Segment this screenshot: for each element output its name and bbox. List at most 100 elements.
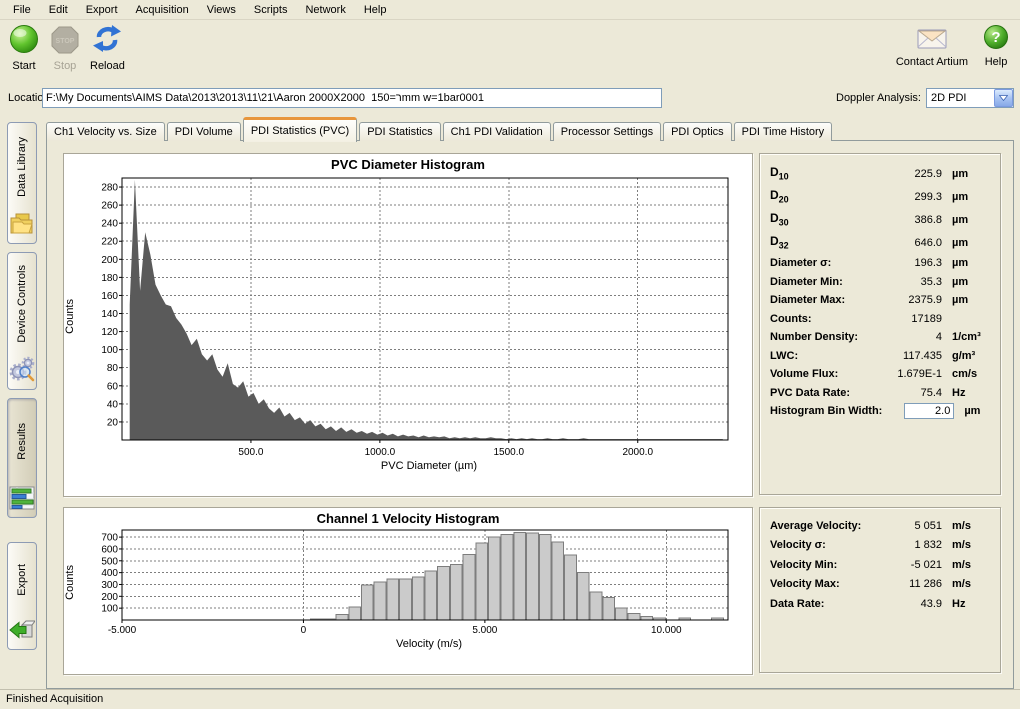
stat-label: Velocity Max:	[770, 578, 870, 590]
stat-label: Volume Flux:	[770, 368, 870, 380]
stat-row-velocity-max: Velocity Max:11 286m/s	[770, 575, 996, 595]
stat-value: 196.3	[870, 257, 942, 269]
stat-unit: µm	[954, 405, 1008, 417]
folder-icon	[9, 212, 35, 239]
x-tick-label: 500.0	[238, 447, 263, 458]
histogram-bar	[514, 532, 526, 620]
stat-unit: µm	[942, 237, 996, 249]
stat-row-velocity-min: Velocity Min:-5 021m/s	[770, 555, 996, 575]
stat-value: 5 051	[870, 520, 942, 532]
stat-label: Velocity σ:	[770, 539, 870, 551]
x-tick-label: 0	[301, 625, 307, 636]
toolbar-left: Start STOP Stop Reload	[8, 23, 125, 72]
stat-unit: µm	[942, 214, 996, 226]
stat-row-diameter: Diameter σ:196.3µm	[770, 254, 996, 273]
x-tick-label: 10.000	[651, 625, 682, 636]
toolbar-right: Contact Artium ? Help	[896, 23, 1010, 68]
histogram-bar	[501, 535, 513, 620]
doppler-analysis-select[interactable]: 2D PDI	[926, 88, 1014, 108]
velocity-chart-title: Channel 1 Velocity Histogram	[64, 508, 752, 526]
sidebar-item-label: Results	[16, 417, 28, 466]
stop-button[interactable]: STOP Stop	[50, 25, 80, 72]
y-tick-label: 200	[101, 592, 118, 603]
sidebar-item-label: Device Controls	[16, 259, 28, 349]
y-tick-label: 60	[107, 381, 119, 392]
tab-processor-settings[interactable]: Processor Settings	[553, 122, 661, 141]
y-tick-label: 300	[101, 580, 118, 591]
menu-acquisition[interactable]: Acquisition	[127, 2, 198, 18]
tab-pdi-statistics[interactable]: PDI Statistics	[359, 122, 440, 141]
stat-value: 35.3	[870, 276, 942, 288]
stat-value: 75.4	[870, 387, 942, 399]
pvc-statistics-panel: D10225.9µmD20299.3µmD30386.8µmD32646.0µm…	[759, 153, 1001, 495]
stat-value	[882, 403, 954, 419]
menu-network[interactable]: Network	[296, 2, 354, 18]
location-input[interactable]	[42, 88, 662, 108]
envelope-icon	[915, 25, 949, 54]
histogram-bar	[641, 616, 653, 620]
pvc-chart-xlabel: PVC Diameter (µm)	[64, 460, 752, 472]
histogram-bar	[628, 613, 640, 620]
histogram-bar	[463, 554, 475, 620]
velocity-chart-ylabel: Counts	[64, 565, 80, 600]
help-button[interactable]: ? Help	[982, 23, 1010, 68]
histogram-bar	[450, 564, 462, 620]
tab-pdi-time-history[interactable]: PDI Time History	[734, 122, 833, 141]
velocity-statistics-panel: Average Velocity:5 051m/sVelocity σ:1 83…	[759, 507, 1001, 673]
menu-scripts[interactable]: Scripts	[245, 2, 297, 18]
histogram-bin-width-input[interactable]	[904, 403, 954, 419]
stat-unit: Hz	[942, 387, 996, 399]
sidebar-item-data-library[interactable]: Data Library	[7, 122, 37, 244]
velocity-chart: Channel 1 Velocity Histogram Counts 1002…	[63, 507, 753, 675]
histogram-bar	[616, 608, 628, 620]
stat-row-volume-flux: Volume Flux:1.679E-1cm/s	[770, 365, 996, 384]
stat-value: 225.9	[870, 168, 942, 180]
x-tick-label: 2000.0	[622, 447, 653, 458]
stat-unit: µm	[942, 191, 996, 203]
stat-row-data-rate: Data Rate:43.9Hz	[770, 594, 996, 614]
menu-export[interactable]: Export	[77, 2, 127, 18]
contact-artium-button[interactable]: Contact Artium	[896, 25, 968, 68]
tab-pdi-optics[interactable]: PDI Optics	[663, 122, 732, 141]
stat-row-d32: D32646.0µm	[770, 231, 996, 254]
stat-label: Average Velocity:	[770, 520, 870, 532]
stat-row-diameter-max: Diameter Max:2375.9µm	[770, 291, 996, 310]
stat-row-lwc: LWC:117.435g/m³	[770, 347, 996, 366]
reload-label: Reload	[90, 60, 125, 72]
stat-unit: Hz	[942, 598, 996, 610]
chevron-down-icon[interactable]	[994, 89, 1013, 107]
help-icon: ?	[982, 23, 1010, 54]
tab-pdi-volume[interactable]: PDI Volume	[167, 122, 241, 141]
y-tick-label: 220	[101, 237, 118, 248]
tab-ch1-pdi-validation[interactable]: Ch1 PDI Validation	[443, 122, 551, 141]
sidebar: Data Library Device Controls Results Export	[0, 112, 45, 688]
stat-label: Number Density:	[770, 331, 870, 343]
y-tick-label: 20	[107, 417, 119, 428]
stat-label: Diameter Max:	[770, 294, 870, 306]
tab-pdi-statistics-pvc[interactable]: PDI Statistics (PVC)	[243, 117, 357, 142]
start-button[interactable]: Start	[8, 23, 40, 72]
sidebar-item-export[interactable]: Export	[7, 542, 37, 650]
stat-value: 1.679E-1	[870, 368, 942, 380]
tab-ch1-velocity-vs-size[interactable]: Ch1 Velocity vs. Size	[46, 122, 165, 141]
menu-edit[interactable]: Edit	[40, 2, 77, 18]
y-tick-label: 180	[101, 273, 118, 284]
histogram-bar	[387, 579, 399, 620]
stat-row-number-density: Number Density:41/cm³	[770, 328, 996, 347]
histogram-bar	[374, 582, 386, 620]
histogram-bar	[438, 567, 450, 620]
sidebar-item-device-controls[interactable]: Device Controls	[7, 252, 37, 390]
histogram-bar	[412, 577, 424, 620]
stat-value: 646.0	[870, 237, 942, 249]
menu-file[interactable]: File	[4, 2, 40, 18]
histogram-bar	[400, 579, 412, 620]
y-tick-label: 260	[101, 201, 118, 212]
tab-strip: Ch1 Velocity vs. SizePDI VolumePDI Stati…	[46, 117, 832, 141]
sidebar-item-label: Export	[16, 558, 28, 602]
y-tick-label: 400	[101, 568, 118, 579]
menu-help[interactable]: Help	[355, 2, 396, 18]
stat-unit: m/s	[942, 578, 996, 590]
reload-button[interactable]: Reload	[90, 23, 125, 72]
sidebar-item-results[interactable]: Results	[7, 398, 37, 518]
menu-views[interactable]: Views	[198, 2, 245, 18]
